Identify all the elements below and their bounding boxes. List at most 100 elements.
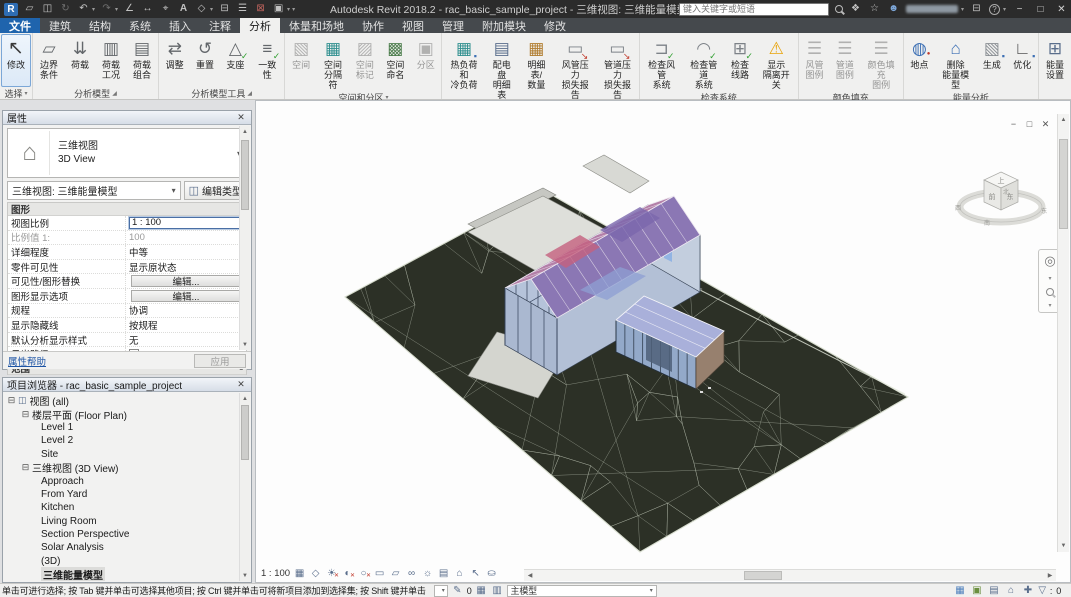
scale-label[interactable]: 1 : 100 <box>261 568 290 579</box>
delete-energy-model-button[interactable]: 删除 能量模型 <box>935 34 976 91</box>
app-store-icon[interactable]: ⊟ <box>970 3 983 16</box>
filter-icon[interactable]: ▽ <box>1038 585 1046 596</box>
default-3d-view-icon[interactable]: ◇ <box>195 3 208 16</box>
section-graphics[interactable]: 图形▴ <box>8 203 246 216</box>
save-icon[interactable]: ◫ <box>41 3 54 16</box>
view-restore-icon[interactable]: □ <box>1023 118 1036 130</box>
navbar-dropdown-icon[interactable]: ▾ <box>1048 275 1051 282</box>
measure-icon[interactable]: ∠ <box>123 3 136 16</box>
supports-button[interactable]: 支座 <box>221 34 250 87</box>
space-separator-button[interactable]: 空间 分隔符 <box>317 34 349 91</box>
detail-level-value[interactable]: 中等 <box>126 245 246 259</box>
hidden-lines-value[interactable]: 按规程 <box>126 318 246 332</box>
tag-icon[interactable]: ⌖ <box>159 3 172 16</box>
show-disconnects-button[interactable]: 显示 隔离开关 <box>756 34 797 91</box>
properties-close-icon[interactable]: ✕ <box>235 112 247 123</box>
user-icon[interactable]: ☻ <box>887 3 900 16</box>
aligned-dimension-icon[interactable]: ↔ <box>141 3 154 16</box>
properties-header[interactable]: 属性 ✕ <box>3 111 251 125</box>
tree-item-level2[interactable]: Level 2 <box>5 434 251 447</box>
panel-label-analytical-model[interactable]: 分析模型 ◢ <box>34 87 157 99</box>
load-cases-button[interactable]: 荷载 工况 <box>96 34 126 87</box>
view-close-icon[interactable]: ✕ <box>1039 118 1052 130</box>
tree-item-solar-analysis[interactable]: Solar Analysis <box>5 541 251 554</box>
compass-west-label[interactable]: 西 <box>955 205 961 212</box>
adjust-button[interactable]: 调整 <box>160 34 189 87</box>
view-minimize-icon[interactable]: − <box>1007 118 1020 130</box>
worksets-combo[interactable]: ▾ <box>433 584 448 597</box>
collapse-icon[interactable]: ⊟ <box>7 396 16 405</box>
select-underlay-icon[interactable]: ▤ <box>987 585 1000 597</box>
tab-collaborate[interactable]: 协作 <box>353 18 393 33</box>
design-options-combo[interactable]: 主模型 ▾ <box>506 584 657 597</box>
viewcube[interactable]: 上 前 东 北 东 南 西 <box>955 171 1047 227</box>
panel-label-select[interactable]: 选择 ▾ <box>1 87 31 99</box>
view-scale-input[interactable]: 1 : 100 <box>128 216 244 230</box>
schedule-quantities-button[interactable]: 明细表/ 数量 <box>519 34 554 101</box>
tab-view[interactable]: 视图 <box>393 18 433 33</box>
loads-button[interactable]: 荷载 <box>65 34 95 87</box>
optimize-button[interactable]: 优化 <box>1008 34 1037 91</box>
tree-item-living-room[interactable]: Living Room <box>5 515 251 528</box>
space-tag-button[interactable]: 空间 标记 <box>350 34 379 91</box>
customize-qat-icon[interactable]: ▾ <box>292 6 295 13</box>
tab-annotate[interactable]: 注释 <box>200 18 240 33</box>
signed-in-user-name[interactable] <box>905 5 958 13</box>
threed-dropdown-icon[interactable]: ▾ <box>210 6 213 13</box>
reveal-hidden-icon[interactable]: ☼ <box>421 567 434 579</box>
user-dropdown-icon[interactable]: ▾ <box>961 6 964 13</box>
restore-button[interactable]: □ <box>1033 2 1048 16</box>
tab-massing-site[interactable]: 体量和场地 <box>280 18 353 33</box>
favorites-star-icon[interactable]: ☆ <box>868 3 881 16</box>
edit-type-button[interactable]: 编辑类型 <box>183 180 247 200</box>
tab-architecture[interactable]: 建筑 <box>40 18 80 33</box>
scroll-left-icon[interactable]: ◀ <box>524 572 536 579</box>
analysis-display-value[interactable]: 无 <box>126 333 246 347</box>
location-button[interactable]: 地点 <box>905 34 934 91</box>
undo-dropdown-icon[interactable]: ▾ <box>92 6 95 13</box>
thin-lines-icon[interactable]: ☰ <box>236 3 249 16</box>
scroll-right-icon[interactable]: ▶ <box>1044 572 1056 579</box>
vertical-scrollbar[interactable]: ▲ ▼ <box>1057 114 1069 552</box>
shadows-icon[interactable]: ◐ <box>341 567 356 580</box>
duct-pressure-loss-button[interactable]: 风管压力 损失报告 <box>555 34 596 101</box>
instance-selector-combo[interactable]: 三维视图: 三维能量模型 ▾ <box>7 180 181 200</box>
energy-settings-button[interactable]: 能量 设置 <box>1040 34 1070 87</box>
check-circuits-button[interactable]: 检查 线路 <box>725 34 754 91</box>
collapse-icon[interactable]: ⊟ <box>21 463 30 472</box>
parts-visibility-value[interactable]: 显示原状态 <box>126 260 246 274</box>
minimize-button[interactable]: − <box>1012 2 1027 16</box>
pipe-legend-button[interactable]: 管道 图例 <box>830 34 859 91</box>
tree-item-from-yard[interactable]: From Yard <box>5 488 251 501</box>
drag-elements-icon[interactable]: ✚ <box>1021 585 1034 597</box>
scroll-down-icon[interactable]: ▼ <box>240 339 250 350</box>
scroll-up-icon[interactable]: ▲ <box>240 393 250 404</box>
text-icon[interactable]: A <box>177 3 190 16</box>
editing-requests-icon[interactable]: ✎ <box>451 585 464 597</box>
properties-scrollbar[interactable]: ▲ ▼ <box>239 126 250 350</box>
pipe-pressure-loss-button[interactable]: 管道压力 损失报告 <box>597 34 638 101</box>
exchange-apps-icon[interactable]: ❖ <box>849 3 862 16</box>
graphic-display-edit-button[interactable]: 编辑... <box>131 289 241 303</box>
tree-item-approach[interactable]: Approach <box>5 474 251 487</box>
redo-icon[interactable]: ↷ <box>100 3 113 16</box>
tree-item-section-perspective[interactable]: Section Perspective <box>5 528 251 541</box>
tree-item-kitchen[interactable]: Kitchen <box>5 501 251 514</box>
vg-overrides-edit-button[interactable]: 编辑... <box>131 275 241 288</box>
compass-east-label[interactable]: 东 <box>1041 207 1047 215</box>
discipline-value[interactable]: 协调 <box>126 304 246 317</box>
scroll-down-icon[interactable]: ▼ <box>1058 540 1069 552</box>
boundary-conditions-button[interactable]: 边界 条件 <box>34 34 64 87</box>
viewcube-front-label[interactable]: 前 <box>989 192 996 201</box>
tree-item-3d-views[interactable]: ⊟ 三维视图 (3D View) <box>5 461 251 476</box>
scroll-up-icon[interactable]: ▲ <box>240 126 250 137</box>
load-combinations-button[interactable]: 荷载 组合 <box>127 34 157 87</box>
tab-structure[interactable]: 结构 <box>80 18 120 33</box>
redo-dropdown-icon[interactable]: ▾ <box>115 6 118 13</box>
displacement-icon[interactable]: ↖ <box>469 567 482 579</box>
instance-selector-dropdown-icon[interactable]: ▾ <box>172 186 176 195</box>
zone-button[interactable]: 分区 <box>411 34 440 91</box>
type-selector[interactable]: ⌂ 三维视图3D View ▾ <box>7 128 247 178</box>
check-pipe-systems-button[interactable]: 检查管道 系统 <box>683 34 724 91</box>
crop-region-icon[interactable]: ▱ <box>389 567 402 579</box>
